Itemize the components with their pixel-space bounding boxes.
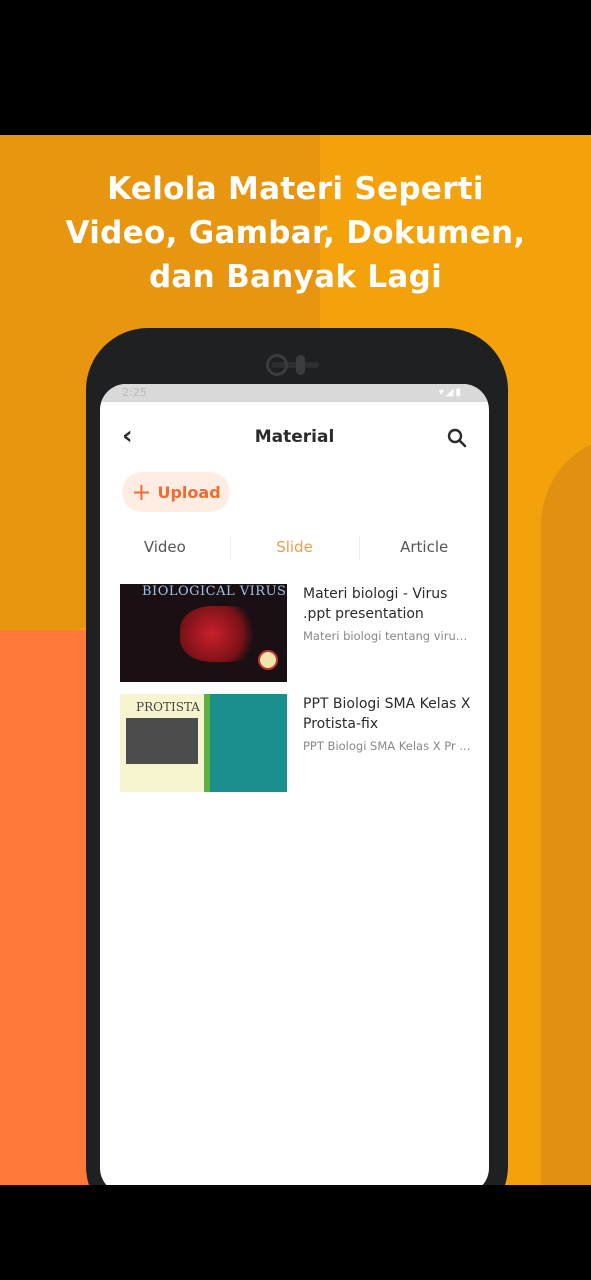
plus-icon: + [131, 478, 152, 506]
camera-icon [266, 354, 288, 376]
app-bar: ‹ Material [100, 414, 489, 460]
app-screen: 2:25 ▾◢▮ ‹ Material + Upload Video Slide… [100, 384, 489, 1185]
microscope-image [126, 718, 198, 764]
tab-slide[interactable]: Slide [229, 534, 360, 570]
phone-mockup: 2:25 ▾◢▮ ‹ Material + Upload Video Slide… [86, 328, 508, 1185]
slide-thumbnail: BIOLOGICAL VIRUS [120, 584, 287, 682]
headline-line-2: Video, Gambar, Dokumen, [65, 215, 526, 251]
upload-label: Upload [157, 482, 221, 502]
tab-video[interactable]: Video [100, 534, 230, 570]
status-bar: 2:25 ▾◢▮ [100, 384, 489, 402]
page-title: Material [254, 427, 335, 447]
virus-image [180, 606, 260, 662]
thumbnail-right-panel [210, 694, 287, 792]
headline-line-3: dan Banyak Lagi [148, 259, 443, 295]
search-icon[interactable] [447, 428, 467, 448]
tab-article[interactable]: Article [359, 534, 489, 570]
list-item[interactable]: PROTISTA PPT Biologi SMA Kelas X Protist… [120, 694, 471, 794]
status-time: 2:25 [122, 386, 147, 399]
thumbnail-title: BIOLOGICAL VIRUS [142, 584, 287, 599]
material-description: Materi biologi tentang virus ... [303, 629, 473, 643]
promo-headline: Kelola Materi Seperti Video, Gambar, Dok… [0, 167, 591, 299]
list-item[interactable]: BIOLOGICAL VIRUS Materi biologi - Virus … [120, 584, 473, 684]
thumbnail-title: PROTISTA [136, 700, 200, 714]
sensor-icon [296, 355, 305, 375]
headline-line-1: Kelola Materi Seperti [107, 171, 484, 207]
upload-button[interactable]: + Upload [122, 472, 230, 512]
seal-icon [258, 650, 278, 670]
slide-thumbnail: PROTISTA [120, 694, 287, 792]
status-icons: ▾◢▮ [438, 387, 463, 398]
material-title: Materi biologi - Virus .ppt presentation [303, 586, 448, 622]
tab-bar: Video Slide Article [100, 534, 489, 570]
material-title: PPT Biologi SMA Kelas X Protista-fix [303, 696, 471, 732]
background-shape-right [541, 435, 591, 1185]
promo-banner: Kelola Materi Seperti Video, Gambar, Dok… [0, 135, 591, 1185]
material-description: PPT Biologi SMA Kelas X Pr ... [303, 739, 471, 753]
